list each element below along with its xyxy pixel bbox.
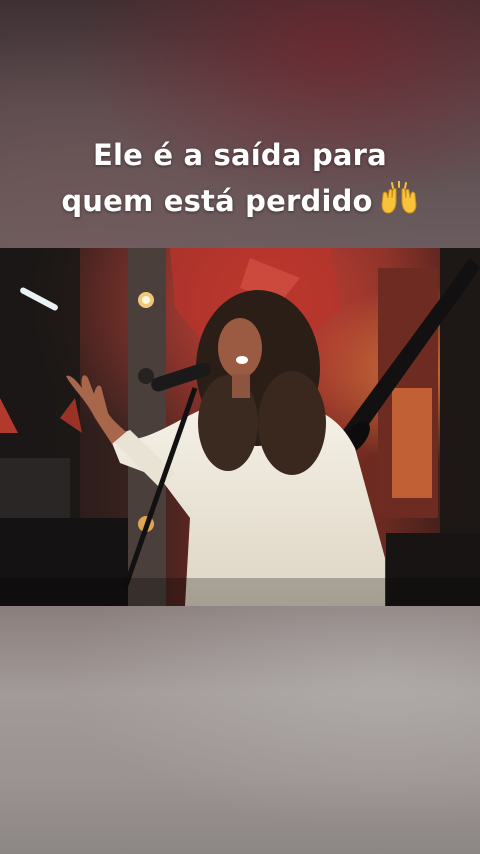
caption-line-2-text: quem está perdido	[61, 184, 373, 218]
blurred-background-bottom	[0, 606, 480, 854]
singer-performing-video-frame	[0, 248, 480, 606]
video-frame[interactable]	[0, 248, 480, 606]
reel-screen[interactable]: Ele é a saída para quem está perdido	[0, 0, 480, 854]
raising-hands-emoji-icon	[379, 180, 419, 228]
caption-line-2: quem está perdido	[0, 178, 480, 228]
caption-line-1: Ele é a saída para	[93, 138, 387, 172]
video-caption: Ele é a saída para quem está perdido	[0, 132, 480, 228]
